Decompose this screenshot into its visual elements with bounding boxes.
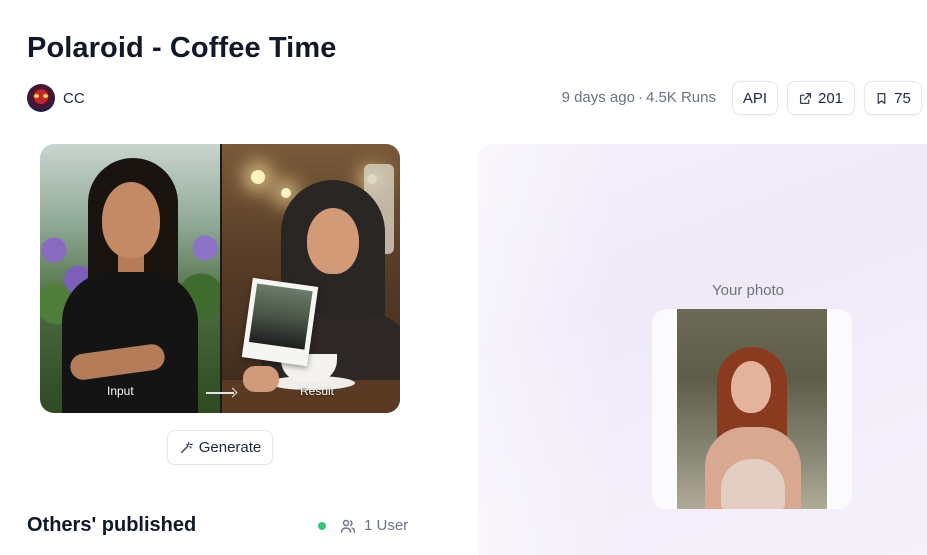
input-example-image xyxy=(40,144,221,413)
api-label: API xyxy=(742,89,768,107)
generate-label: Generate xyxy=(198,439,262,456)
users-icon xyxy=(340,519,356,533)
runs-count: 4.5K Runs xyxy=(645,89,716,106)
result-label: Result xyxy=(300,384,335,398)
uploaded-photo[interactable] xyxy=(677,309,827,509)
share-button[interactable]: 201 xyxy=(787,81,855,115)
online-status-dot xyxy=(318,521,326,530)
upload-photo-panel[interactable]: Your photo xyxy=(478,144,927,555)
author-name[interactable]: CC xyxy=(63,90,85,107)
api-button[interactable]: API xyxy=(732,81,778,115)
input-result-comparison: Input Result xyxy=(40,144,400,413)
magic-wand-icon xyxy=(180,441,193,453)
comparison-divider[interactable] xyxy=(220,144,222,413)
share-icon xyxy=(799,92,812,104)
page-title: Polaroid - Coffee Time xyxy=(27,32,337,64)
others-published-title: Others' published xyxy=(27,514,197,536)
share-count: 201 xyxy=(817,89,844,107)
template-stats: 9 days ago · 4.5K Runs xyxy=(562,89,716,106)
users-label: 1 User xyxy=(364,517,409,534)
bookmark-icon xyxy=(877,92,886,104)
bookmark-button[interactable]: 75 xyxy=(864,81,922,115)
stats-separator: · xyxy=(637,89,643,106)
age-text: 9 days ago xyxy=(561,89,635,106)
your-photo-label: Your photo xyxy=(712,282,785,299)
input-label: Input xyxy=(107,384,134,398)
arrow-right-icon xyxy=(206,392,234,394)
owl-avatar-icon xyxy=(27,84,55,112)
author-link[interactable]: CC xyxy=(27,84,85,112)
users-count: 1 User xyxy=(318,517,408,534)
generate-button[interactable]: Generate xyxy=(167,430,273,465)
bookmark-count: 75 xyxy=(894,89,911,107)
result-example-image xyxy=(221,144,400,413)
